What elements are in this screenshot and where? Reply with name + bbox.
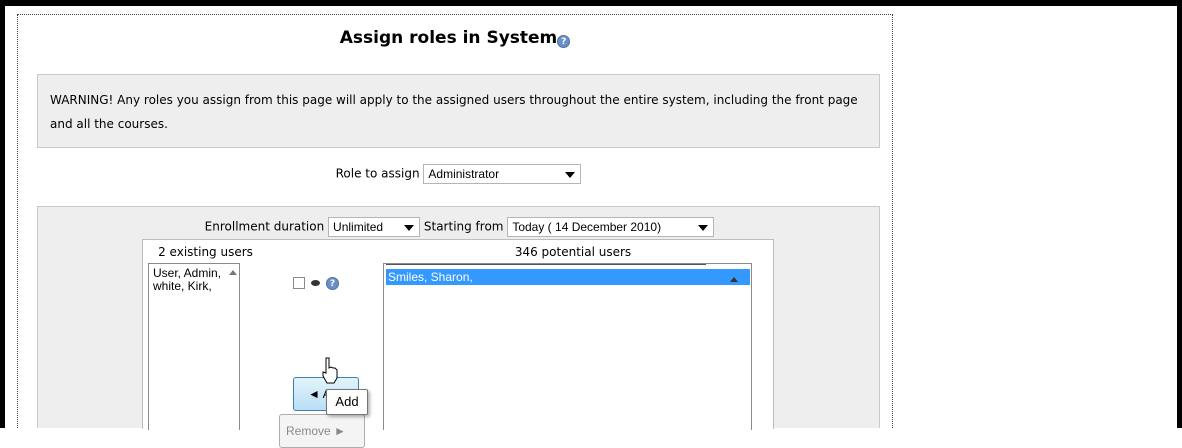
list-item-label: Smiles, Sharon,	[388, 270, 473, 284]
list-item-partial	[386, 264, 726, 268]
warning-text: WARNING! Any roles you assign from this …	[50, 93, 858, 131]
starting-select-value: Today ( 14 December 2010)	[512, 220, 662, 234]
chevron-down-icon	[404, 225, 415, 231]
tooltip: Add	[326, 389, 368, 415]
role-select-value: Administrator	[428, 167, 500, 181]
potential-users-header: 346 potential users	[514, 245, 632, 259]
role-select[interactable]: Administrator	[423, 164, 582, 184]
warning-box: WARNING! Any roles you assign from this …	[37, 74, 880, 148]
window-frame-top	[0, 0, 1182, 6]
list-item-selected[interactable]: Smiles, Sharon,	[386, 269, 750, 285]
duration-select-value: Unlimited	[333, 220, 384, 234]
hand-pointer-icon	[322, 357, 338, 384]
scroll-up-icon[interactable]	[730, 277, 738, 282]
duration-select[interactable]: Unlimited	[328, 217, 421, 237]
potential-users-list[interactable]: Smiles, Sharon,	[383, 263, 752, 430]
starting-select[interactable]: Today ( 14 December 2010)	[507, 217, 715, 237]
existing-users-list[interactable]: User, Admin, white, Kirk,	[148, 263, 240, 430]
role-row: Role to assign Administrator	[37, 164, 880, 184]
chevron-down-icon	[698, 225, 709, 231]
duration-label: Enrollment duration	[204, 219, 325, 234]
user-selector: 2 existing users 346 potential users Use…	[142, 239, 774, 448]
scroll-up-icon[interactable]	[229, 270, 237, 275]
clipped-row-icon	[386, 264, 706, 265]
window-frame-left	[0, 0, 5, 428]
existing-users-header: 2 existing users	[158, 245, 253, 259]
role-label: Role to assign	[335, 166, 420, 181]
checkbox[interactable]	[293, 277, 305, 289]
starting-label: Starting from	[423, 219, 504, 234]
page-title-row: Assign roles in System?	[17, 28, 893, 48]
eye-icon	[311, 280, 320, 286]
help-icon[interactable]: ?	[557, 35, 571, 48]
window-frame-right	[1177, 0, 1182, 428]
chevron-down-icon	[565, 172, 576, 178]
page-title: Assign roles in System	[339, 28, 558, 48]
enrollment-row: Enrollment duration Unlimited Starting f…	[38, 217, 881, 237]
help-icon[interactable]: ?	[326, 277, 339, 290]
enrollment-panel: Enrollment duration Unlimited Starting f…	[37, 206, 881, 448]
remove-button[interactable]: Remove ►	[279, 414, 365, 448]
list-item[interactable]: white, Kirk,	[153, 280, 239, 293]
